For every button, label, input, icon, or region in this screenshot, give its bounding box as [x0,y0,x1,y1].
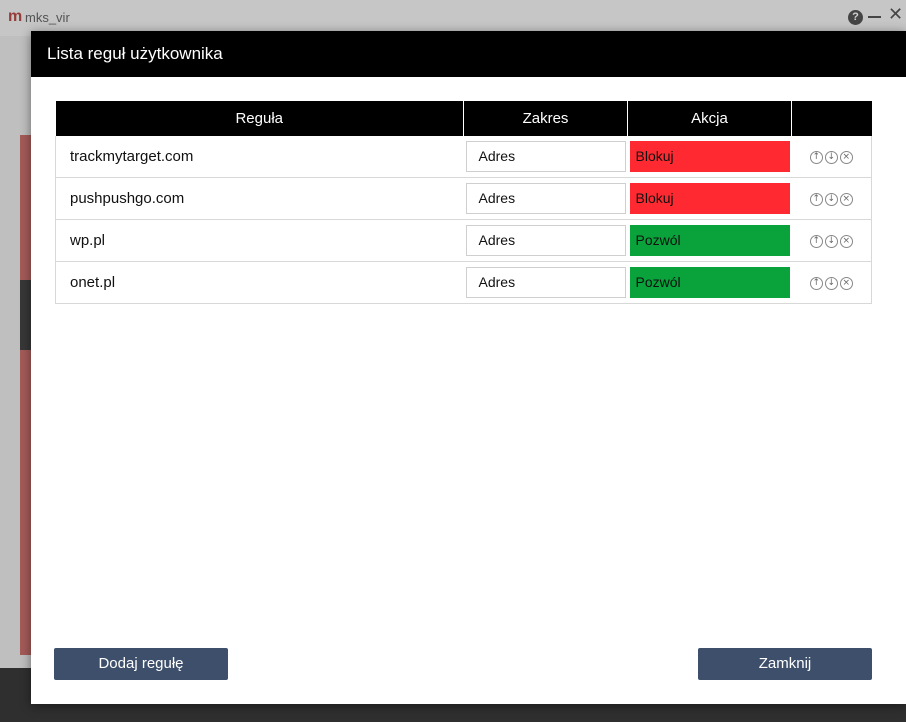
close-button[interactable]: Zamknij [698,648,872,680]
scope-cell: Adres [463,177,628,220]
move-down-icon[interactable]: ↓ [824,276,838,290]
row-controls: ↑ ↓ × [791,261,872,304]
action-select[interactable]: Blokuj [629,141,790,172]
move-up-icon[interactable]: ↑ [809,150,823,164]
move-up-icon[interactable]: ↑ [809,234,823,248]
rule-cell: pushpushgo.com [55,177,464,220]
table-row: onet.pl Adres Pozwól ↑ ↓ × [55,261,872,304]
user-rules-dialog: Lista reguł użytkownika Reguła Zakres Ak… [31,31,906,704]
table-row: wp.pl Adres Pozwól ↑ ↓ × [55,219,872,262]
rules-table: Reguła Zakres Akcja trackmytarget.com Adr… [55,101,872,304]
action-select[interactable]: Pozwól [629,225,790,256]
row-controls: ↑ ↓ × [791,177,872,220]
column-header-rule: Reguła [55,101,464,136]
move-up-icon[interactable]: ↑ [809,276,823,290]
delete-icon[interactable]: × [839,276,853,290]
scope-cell: Adres [463,136,628,178]
scope-cell: Adres [463,261,628,304]
add-rule-button[interactable]: Dodaj regułę [54,648,228,680]
delete-icon[interactable]: × [839,192,853,206]
scope-select[interactable]: Adres [465,267,626,298]
scope-select[interactable]: Adres [465,141,626,172]
column-header-scope: Zakres [463,101,628,136]
move-down-icon[interactable]: ↓ [824,192,838,206]
table-row: pushpushgo.com Adres Blokuj ↑ ↓ × [55,177,872,220]
scope-select[interactable]: Adres [465,183,626,214]
scope-cell: Adres [463,219,628,262]
row-controls: ↑ ↓ × [791,136,872,178]
action-cell: Blokuj [627,177,792,220]
rule-cell: wp.pl [55,219,464,262]
action-cell: Pozwól [627,219,792,262]
delete-icon[interactable]: × [839,150,853,164]
move-down-icon[interactable]: ↓ [824,150,838,164]
column-header-controls [791,101,872,136]
action-select[interactable]: Pozwól [629,267,790,298]
column-header-action: Akcja [627,101,792,136]
move-down-icon[interactable]: ↓ [824,234,838,248]
rule-cell: trackmytarget.com [55,136,464,178]
action-cell: Blokuj [627,136,792,178]
action-select[interactable]: Blokuj [629,183,790,214]
delete-icon[interactable]: × [839,234,853,248]
rule-cell: onet.pl [55,261,464,304]
table-row: trackmytarget.com Adres Blokuj ↑ ↓ × [55,136,872,178]
scope-select[interactable]: Adres [465,225,626,256]
table-header-row: Reguła Zakres Akcja [55,101,872,136]
action-cell: Pozwól [627,261,792,304]
row-controls: ↑ ↓ × [791,219,872,262]
dialog-title: Lista reguł użytkownika [31,31,906,77]
move-up-icon[interactable]: ↑ [809,192,823,206]
